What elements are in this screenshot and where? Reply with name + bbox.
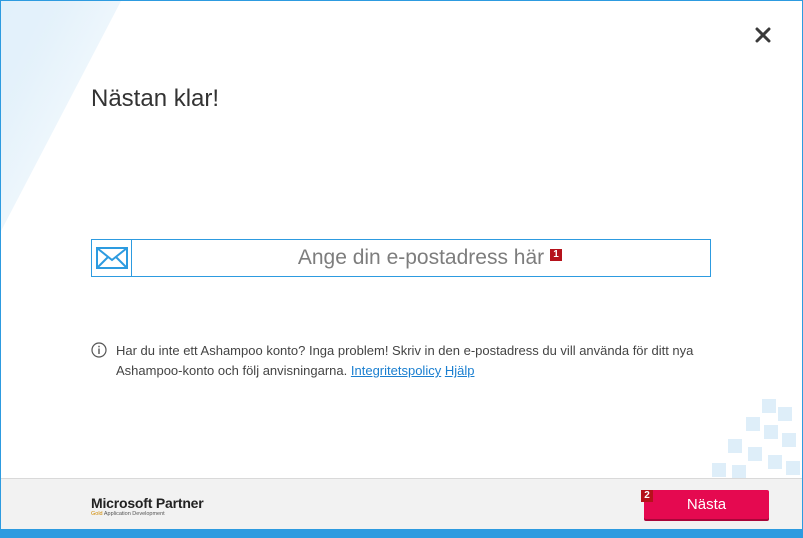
microsoft-partner-logo: Microsoft Partner Gold Application Devel…	[91, 496, 204, 518]
email-input[interactable]	[132, 240, 710, 276]
background-decoration	[1, 1, 121, 231]
bottom-accent-bar	[1, 529, 802, 537]
email-icon-container	[92, 240, 132, 276]
partner-competency: Application Development	[103, 511, 165, 517]
page-title: Nästan klar!	[91, 85, 220, 112]
partner-level: Gold	[91, 511, 103, 517]
envelope-icon	[95, 247, 128, 269]
email-field[interactable]	[91, 239, 711, 277]
info-text-block: Har du inte ett Ashampoo konto? Inga pro…	[116, 341, 726, 381]
partner-name: Microsoft Partner	[91, 495, 204, 511]
annotation-marker-2: 2	[641, 490, 653, 502]
next-button[interactable]: Nästa	[644, 490, 769, 519]
info-message: Har du inte ett Ashampoo konto? Inga pro…	[91, 341, 731, 381]
info-icon	[91, 342, 107, 358]
background-cubes	[712, 399, 800, 479]
privacy-policy-link[interactable]: Integritetspolicy	[351, 363, 441, 378]
partner-subtitle: Gold Application Development	[91, 511, 204, 518]
annotation-marker-1: 1	[550, 249, 562, 261]
close-button[interactable]	[750, 22, 776, 48]
setup-dialog: Nästan klar! 1 Har du inte ett Ashampoo …	[0, 0, 803, 538]
help-link[interactable]: Hjälp	[445, 363, 475, 378]
close-icon	[755, 27, 771, 43]
